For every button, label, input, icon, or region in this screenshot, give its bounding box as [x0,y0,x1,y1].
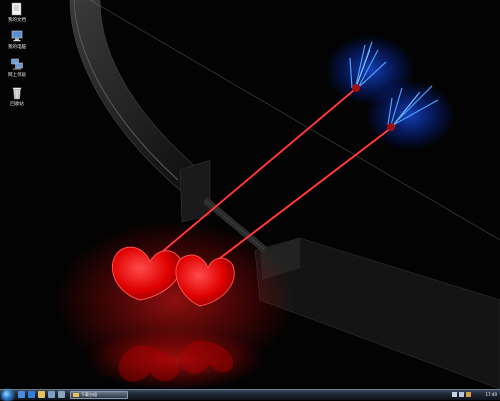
taskbar-window-button[interactable]: 下载分组 [70,391,128,399]
desktop-icon-my-computer[interactable]: 我的电脑 [2,29,32,50]
desktop-icon-my-documents[interactable]: 我的文档 [2,2,32,23]
taskbar-window-label: 下载分组 [81,392,97,397]
internet-explorer-icon[interactable] [28,391,35,398]
documents-icon [10,2,24,16]
volume-icon[interactable] [459,392,464,397]
quick-launch-icon[interactable] [58,391,65,398]
computer-icon [10,29,24,43]
tray-app-icon[interactable] [466,392,471,397]
desktop-icon-label: 网上邻居 [4,72,31,77]
start-button[interactable] [2,390,13,401]
wallpaper-cupid-arrows [0,0,500,389]
system-tray: 17:40 [448,390,500,400]
media-player-icon[interactable] [48,391,55,398]
folder-icon [73,393,79,397]
desktop-icon-label: 我的文档 [4,17,31,22]
show-desktop-icon[interactable] [18,391,25,398]
network-tray-icon[interactable] [452,392,457,397]
desktop-icon-recycle-bin[interactable]: 回收站 [2,86,32,107]
folder-icon[interactable] [38,391,45,398]
desktop-icon-network[interactable]: 网上邻居 [2,57,32,78]
desktop[interactable]: 我的文档 我的电脑 网上邻居 回收站 [0,0,500,389]
desktop-icon-label: 回收站 [4,101,31,106]
clock[interactable]: 17:40 [485,391,497,398]
taskbar: 下载分组 17:40 [0,389,500,400]
network-icon [10,57,24,71]
recycle-bin-icon [10,86,24,100]
desktop-icon-label: 我的电脑 [4,44,31,49]
